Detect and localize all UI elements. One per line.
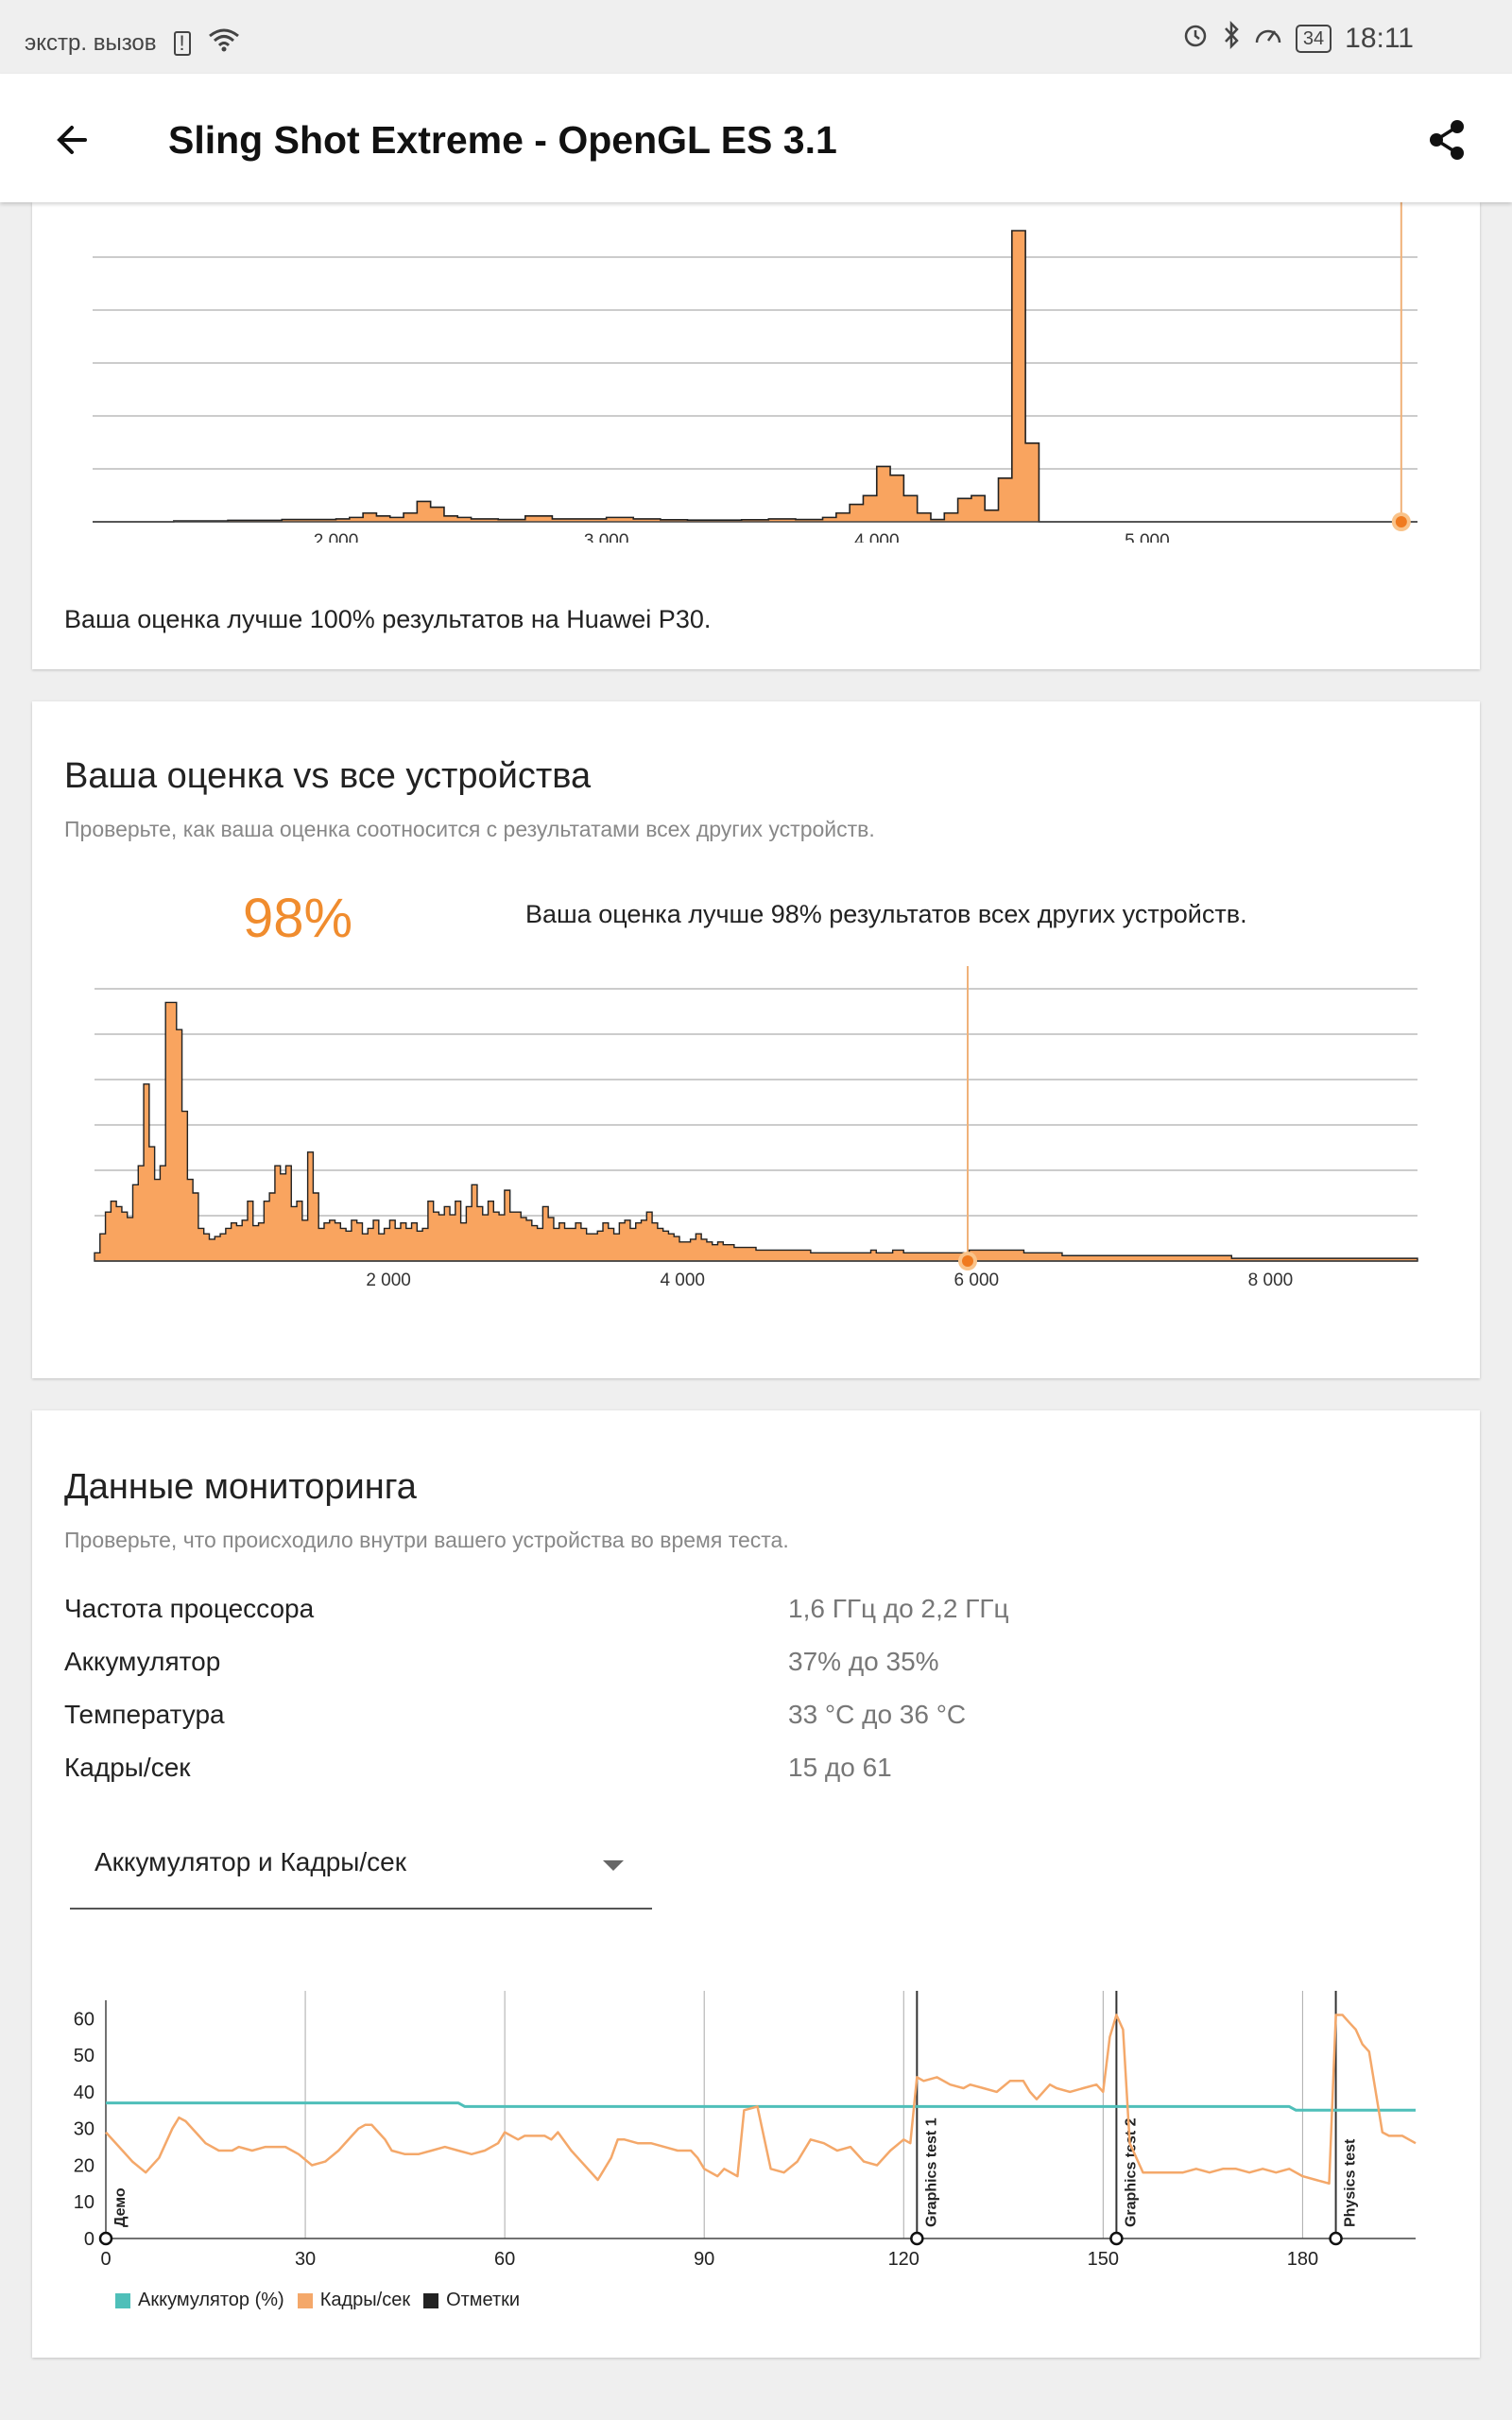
x-tick-label: 150	[1088, 2249, 1119, 2270]
histogram-series	[93, 230, 1418, 523]
test-marker-dot	[1329, 2231, 1343, 2246]
y-tick-label: 30	[74, 2119, 94, 2140]
histogram-series	[94, 1001, 1418, 1262]
alarm-icon	[1182, 22, 1209, 56]
monitor-label: Температура	[64, 1700, 225, 1729]
legend-label: Кадры/сек	[319, 2290, 411, 2310]
legend-swatch	[115, 2292, 130, 2308]
monitor-label: Частота процессора	[64, 1594, 315, 1623]
card-title: Ваша оценка vs все устройства	[64, 756, 592, 796]
x-tick-label: 2 000	[366, 1270, 411, 1290]
sim-alert-icon: !	[173, 31, 191, 56]
x-tick-label: 4 000	[854, 531, 900, 543]
chart-legend: Аккумулятор (%) Кадры/сек Отметки	[115, 2290, 520, 2311]
bluetooth-icon	[1222, 20, 1241, 57]
card-subtitle: Проверьте, что происходило внутри вашего…	[64, 1528, 789, 1552]
x-tick-label: 3 000	[584, 531, 629, 543]
legend-label: Отметки	[446, 2290, 521, 2310]
device-score-summary: Ваша оценка лучше 100% результатов на Hu…	[64, 605, 712, 633]
all-devices-distribution-chart: 2 000 4 000 6 000 8 000	[94, 966, 1418, 1290]
monitor-value: 1,6 ГГц до 2,2 ГГц	[788, 1594, 1009, 1623]
monitor-row-fps: Кадры/сек 15 до 61	[64, 1753, 1387, 1798]
carrier-text: экстр. вызов	[25, 30, 157, 56]
x-tick-label: 5 000	[1125, 531, 1170, 543]
clock: 18:11	[1345, 23, 1414, 54]
monitor-value: 33 °C до 36 °C	[788, 1700, 967, 1729]
x-tick-label: 120	[888, 2249, 919, 2270]
percentile-value: 98%	[243, 888, 353, 949]
legend-swatch	[423, 2292, 439, 2308]
status-bar: экстр. вызов ! 34 18:11	[0, 0, 1512, 74]
monitor-row-battery: Аккумулятор 37% до 35%	[64, 1647, 1387, 1692]
card-title: Данные мониторинга	[64, 1467, 417, 1507]
device-distribution-chart: 2 000 3 000 4 000 5 000	[93, 202, 1418, 543]
back-arrow-icon[interactable]	[47, 113, 100, 166]
dropdown-arrow-icon	[603, 1860, 624, 1871]
x-tick-label: 0	[100, 2249, 111, 2270]
test-marker-dot	[910, 2231, 924, 2246]
y-tick-label: 40	[74, 2083, 94, 2103]
x-tick-label: 6 000	[954, 1270, 1000, 1290]
legend-markers[interactable]: Отметки	[423, 2290, 520, 2311]
monitor-row-temperature: Температура 33 °C до 36 °C	[64, 1700, 1387, 1745]
monitor-row-cpu: Частота процессора 1,6 ГГц до 2,2 ГГц	[64, 1594, 1387, 1639]
test-marker-label: Демо	[112, 2187, 129, 2227]
app-bar: Sling Shot Extreme - OpenGL ES 3.1	[0, 74, 1512, 202]
battery-series-line	[106, 2101, 1416, 2112]
monitor-value: 37% до 35%	[788, 1647, 939, 1676]
test-marker-label: Graphics test 2	[1123, 2118, 1139, 2227]
wifi-icon	[208, 26, 240, 60]
y-tick-label: 0	[84, 2229, 94, 2250]
monitor-value: 15 до 61	[788, 1753, 892, 1782]
score-marker-dot	[962, 1255, 973, 1267]
card-subtitle: Проверьте, как ваша оценка соотносится с…	[64, 817, 875, 841]
monitoring-line-chart: 0 10 20 30 40 50 60 0 30 60 90 120 150 180 Демо Graphic…	[74, 1991, 1417, 2270]
x-tick-label: 180	[1287, 2249, 1318, 2270]
fps-series-line	[105, 2014, 1417, 2186]
legend-label: Аккумулятор (%)	[138, 2290, 284, 2310]
x-tick-label: 4 000	[660, 1270, 705, 1290]
device-distribution-card: 2 000 3 000 4 000 5 000 Ваша оценка лучше 1…	[32, 202, 1480, 669]
page-title: Sling Shot Extreme - OpenGL ES 3.1	[168, 118, 837, 162]
monitoring-card: Данные мониторинга Проверьте, что происх…	[32, 1410, 1480, 2358]
legend-fps[interactable]: Кадры/сек	[297, 2290, 411, 2311]
dropdown-value: Аккумулятор и Кадры/сек	[94, 1847, 406, 1876]
test-marker-label: Physics test	[1343, 2138, 1359, 2227]
legend-swatch	[297, 2292, 313, 2308]
y-tick-label: 60	[74, 2009, 94, 2030]
test-marker-dot	[98, 2231, 113, 2246]
test-marker-dot	[1109, 2231, 1124, 2246]
monitor-label: Аккумулятор	[64, 1647, 221, 1676]
x-tick-label: 8 000	[1248, 1270, 1294, 1290]
score-marker-dot	[1395, 516, 1407, 527]
y-tick-label: 10	[74, 2192, 94, 2213]
y-tick-label: 50	[74, 2046, 94, 2066]
all-devices-card: Ваша оценка vs все устройства Проверьте,…	[32, 701, 1480, 1378]
x-tick-label: 90	[694, 2249, 714, 2270]
x-tick-label: 2 000	[314, 531, 359, 543]
x-tick-label: 30	[295, 2249, 316, 2270]
legend-battery[interactable]: Аккумулятор (%)	[115, 2290, 284, 2311]
metric-dropdown[interactable]: Аккумулятор и Кадры/сек	[70, 1807, 652, 1910]
monitor-label: Кадры/сек	[64, 1753, 191, 1782]
x-tick-label: 60	[494, 2249, 515, 2270]
y-tick-label: 20	[74, 2155, 94, 2176]
speedometer-icon	[1254, 22, 1282, 56]
percentile-summary: Ваша оценка лучше 98% результатов всех д…	[525, 900, 1247, 928]
test-marker-label: Graphics test 1	[923, 2118, 939, 2227]
battery-indicator: 34	[1295, 25, 1332, 53]
share-icon[interactable]	[1421, 113, 1474, 166]
